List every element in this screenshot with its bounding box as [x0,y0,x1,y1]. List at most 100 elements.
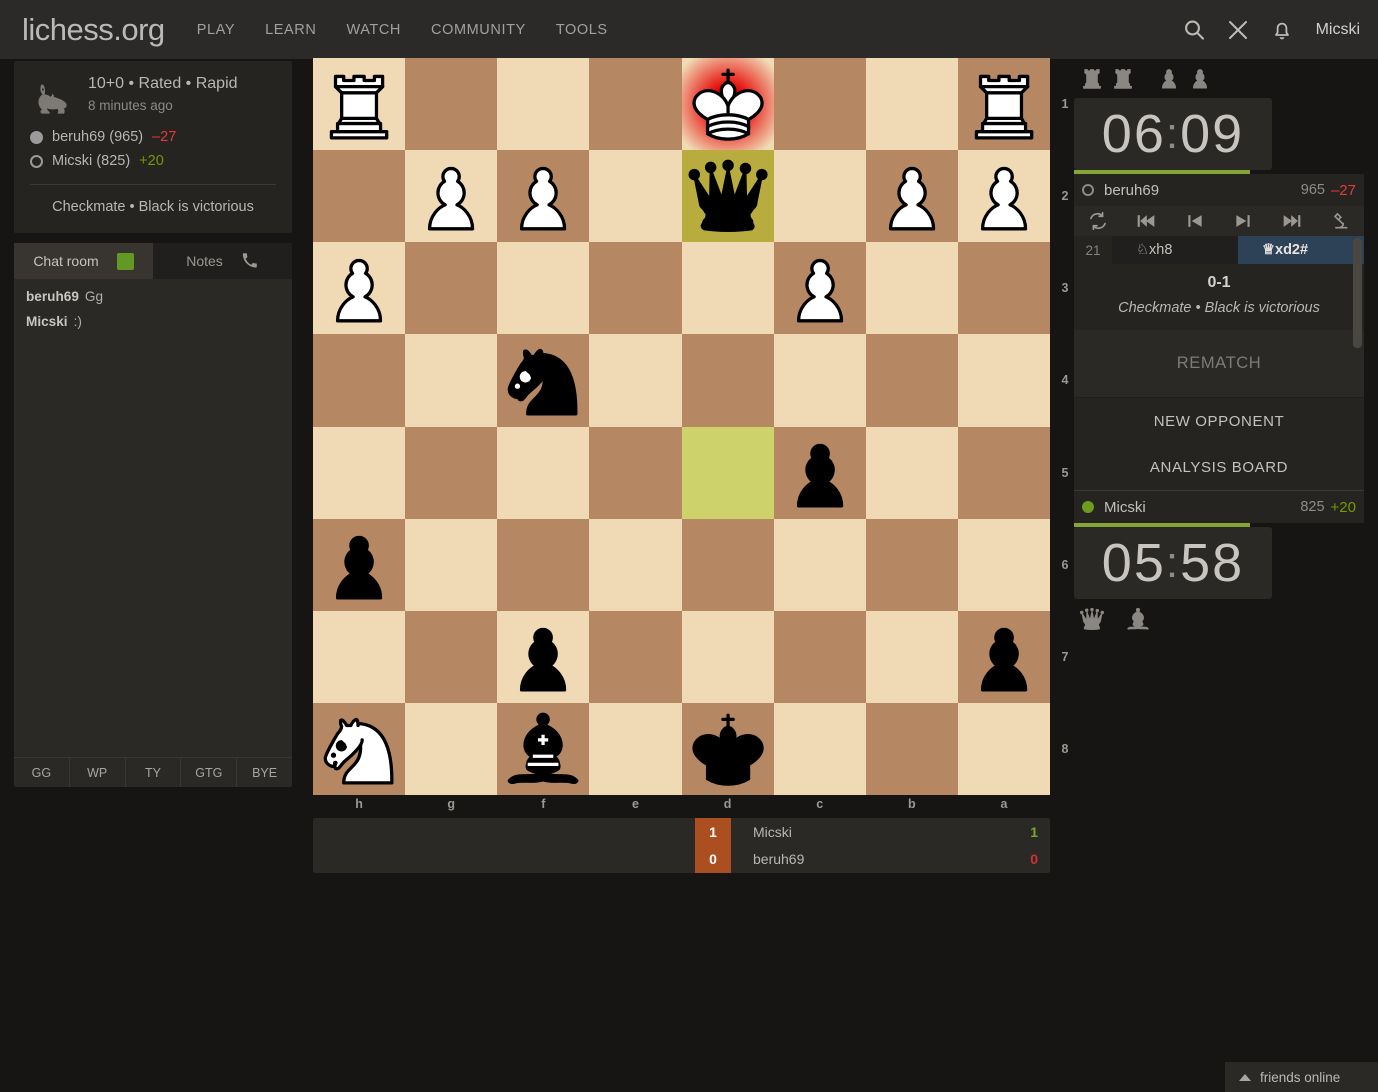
board-square-c5[interactable] [773,426,866,519]
piece-wR[interactable] [958,58,1050,150]
board-square-h1[interactable] [313,58,406,151]
friends-online-bar[interactable]: friends online [1225,1062,1378,1092]
board-square-d2[interactable] [681,150,774,243]
board-square-d1[interactable] [681,58,774,151]
score-bar-name-top[interactable]: Micski [753,818,1010,846]
board-square-g3[interactable] [405,242,498,335]
piece-wP[interactable] [313,242,405,334]
piece-bK[interactable] [682,703,774,795]
chat-preset-gg[interactable]: GG [14,758,70,787]
board-square-g8[interactable] [405,702,498,795]
notification-bell-icon[interactable] [1270,18,1294,42]
piece-wR[interactable] [313,58,405,150]
board-square-g7[interactable] [405,610,498,703]
board-square-c2[interactable] [773,150,866,243]
meta-player-black[interactable]: beruh69 (965) –27 [30,129,276,145]
analysis-board-button[interactable]: ANALYSIS BOARD [1074,444,1364,490]
board-square-e8[interactable] [589,702,682,795]
analysis-microscope-icon[interactable] [1330,211,1350,231]
board-square-d5[interactable] [681,426,774,519]
board-square-d8[interactable] [681,702,774,795]
first-move-icon[interactable] [1136,211,1156,231]
board-square-f5[interactable] [497,426,590,519]
nav-item-play[interactable]: PLAY [197,22,235,38]
board-square-e7[interactable] [589,610,682,703]
piece-bQ[interactable] [682,150,774,242]
board-square-c7[interactable] [773,610,866,703]
board-square-d7[interactable] [681,610,774,703]
piece-wN[interactable] [313,703,405,795]
board-square-a1[interactable] [957,58,1050,151]
board-square-a6[interactable] [957,518,1050,611]
previous-move-icon[interactable] [1185,211,1205,231]
board-square-e5[interactable] [589,426,682,519]
chat-toggle-icon[interactable] [116,252,134,270]
board-square-b3[interactable] [865,242,958,335]
move-list-scrollbar[interactable] [1353,238,1362,348]
piece-bP[interactable] [313,519,405,611]
board-square-a7[interactable] [957,610,1050,703]
chat-preset-wp[interactable]: WP [70,758,126,787]
chat-preset-bye[interactable]: BYE [237,758,292,787]
header-username[interactable]: Micski [1316,21,1360,39]
board-square-f6[interactable] [497,518,590,611]
board-square-f3[interactable] [497,242,590,335]
board-square-h7[interactable] [313,610,406,703]
board-square-g2[interactable] [405,150,498,243]
board-square-h6[interactable] [313,518,406,611]
board-square-g6[interactable] [405,518,498,611]
board-square-a2[interactable] [957,150,1050,243]
board-square-e2[interactable] [589,150,682,243]
player-bar-top[interactable]: beruh69 965 –27 [1074,174,1364,206]
last-move-icon[interactable] [1282,211,1302,231]
board-square-c6[interactable] [773,518,866,611]
board-square-f7[interactable] [497,610,590,703]
nav-item-watch[interactable]: WATCH [346,22,401,38]
board-square-b8[interactable] [865,702,958,795]
nav-item-tools[interactable]: TOOLS [556,22,608,38]
board-square-f8[interactable] [497,702,590,795]
new-opponent-button[interactable]: NEW OPPONENT [1074,398,1364,444]
board-square-f2[interactable] [497,150,590,243]
board-square-a5[interactable] [957,426,1050,519]
player-bottom-name[interactable]: Micski [1104,499,1300,516]
meta-player-white[interactable]: Micski (825) +20 [30,153,276,169]
chess-board[interactable] [313,58,1050,795]
piece-wK[interactable] [682,58,774,150]
chat-preset-gtg[interactable]: GTG [181,758,238,787]
nav-item-community[interactable]: COMMUNITY [431,22,526,38]
player-top-name[interactable]: beruh69 [1104,182,1301,199]
piece-wP[interactable] [866,150,958,242]
piece-bP[interactable] [958,611,1050,703]
board-square-e4[interactable] [589,334,682,427]
board-square-c4[interactable] [773,334,866,427]
board-square-c8[interactable] [773,702,866,795]
rematch-button[interactable]: REMATCH [1074,330,1364,398]
board-square-c1[interactable] [773,58,866,151]
board-square-b2[interactable] [865,150,958,243]
piece-bP[interactable] [497,611,589,703]
board-square-f1[interactable] [497,58,590,151]
board-square-a8[interactable] [957,702,1050,795]
board-square-d4[interactable] [681,334,774,427]
board-square-b7[interactable] [865,610,958,703]
tab-chat-room[interactable]: Chat room [14,243,153,279]
player-bar-bottom[interactable]: Micski 825 +20 [1074,491,1364,523]
piece-bN[interactable] [497,334,589,426]
move-white[interactable]: ♘xh8 [1112,236,1238,264]
nav-item-learn[interactable]: LEARN [265,22,316,38]
board-square-h8[interactable] [313,702,406,795]
challenge-swords-icon[interactable] [1226,18,1250,42]
board-square-g1[interactable] [405,58,498,151]
board-square-h3[interactable] [313,242,406,335]
board-square-h5[interactable] [313,426,406,519]
chat-preset-ty[interactable]: TY [126,758,182,787]
board-square-e6[interactable] [589,518,682,611]
board-square-h4[interactable] [313,334,406,427]
piece-bB[interactable] [497,703,589,795]
board-square-d6[interactable] [681,518,774,611]
board-square-g5[interactable] [405,426,498,519]
board-square-e3[interactable] [589,242,682,335]
piece-wP[interactable] [774,242,866,334]
piece-wP[interactable] [497,150,589,242]
